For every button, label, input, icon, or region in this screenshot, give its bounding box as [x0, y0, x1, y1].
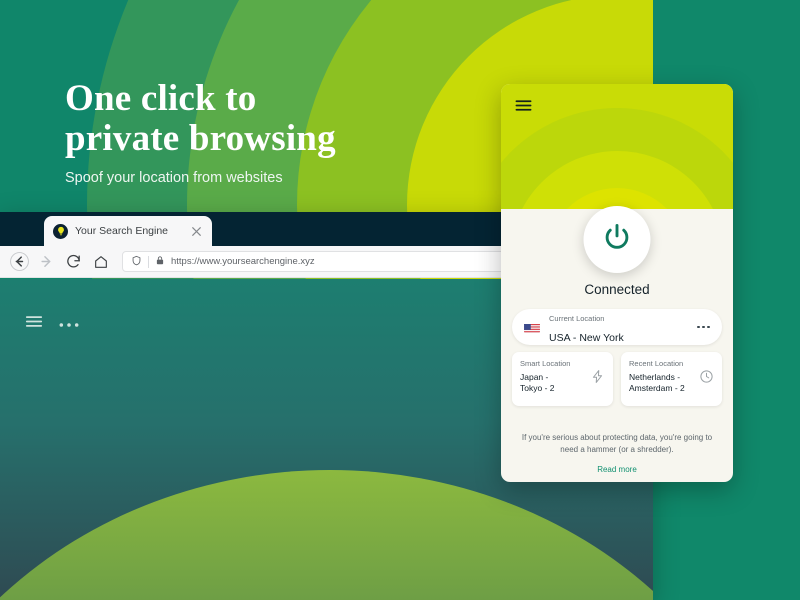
lightbulb-icon: [53, 223, 68, 239]
home-icon[interactable]: [89, 250, 112, 273]
smart-location-card[interactable]: Smart Location Japan - Tokyo - 2: [512, 352, 613, 406]
url-divider: [148, 255, 149, 268]
recent-location-label: Recent Location: [629, 359, 684, 368]
lock-icon[interactable]: [155, 253, 165, 271]
more-horizontal-icon[interactable]: [696, 325, 710, 329]
headline-line-2: private browsing: [65, 117, 336, 159]
lightning-bolt-icon: [590, 369, 605, 389]
hamburger-icon[interactable]: [515, 99, 532, 117]
arrow-left-icon[interactable]: [8, 250, 31, 273]
arrow-right-icon[interactable]: [35, 250, 58, 273]
headline-line-1: One click to: [65, 78, 257, 119]
power-toggle-button[interactable]: [583, 206, 651, 273]
browser-tab-title: Your Search Engine: [75, 225, 169, 237]
current-location-card[interactable]: Current Location USA - New York: [512, 309, 722, 345]
current-location-text: Current Location USA - New York: [549, 307, 688, 347]
vpn-panel-header: [501, 84, 733, 209]
promo-tip-text: If you're serious about protecting data,…: [515, 432, 719, 456]
read-more-link[interactable]: Read more: [501, 465, 733, 474]
recent-location-value-line-2: Amsterdam - 2: [629, 383, 685, 394]
recent-location-card[interactable]: Recent Location Netherlands - Amsterdam …: [621, 352, 722, 406]
recent-location-text: Recent Location Netherlands - Amsterdam …: [629, 359, 699, 394]
smart-location-label: Smart Location: [520, 359, 571, 368]
connection-status: Connected: [584, 282, 650, 297]
more-horizontal-icon[interactable]: [59, 315, 79, 333]
smart-location-value-line-2: Tokyo - 2: [520, 383, 555, 394]
current-location-label: Current Location: [549, 314, 605, 323]
page-title: One click to private browsing: [65, 79, 465, 158]
url-text: https://www.yoursearchengine.xyz: [171, 256, 315, 267]
clock-icon: [699, 369, 714, 389]
hero-text-block: One click to private browsing Spoof your…: [65, 79, 465, 186]
page-hill-graphic: [0, 470, 653, 600]
hero-subheadline: Spoof your location from websites: [65, 170, 283, 187]
shield-icon[interactable]: [131, 253, 142, 271]
smart-location-text: Smart Location Japan - Tokyo - 2: [520, 359, 590, 394]
smart-location-value-line-1: Japan -: [520, 372, 549, 382]
recent-location-value-line-1: Netherlands -: [629, 372, 681, 382]
current-location-value: USA - New York: [549, 332, 624, 344]
page-menu-group: [25, 315, 79, 333]
flag-usa-icon: [524, 322, 540, 333]
close-icon[interactable]: [190, 225, 203, 238]
vpn-panel: Connected Current Location USA - New Yor…: [501, 84, 733, 482]
promo-tip-line-2: need a hammer (or a shredder).: [560, 445, 674, 454]
power-icon: [601, 221, 634, 259]
reload-icon[interactable]: [62, 250, 85, 273]
browser-tab[interactable]: Your Search Engine: [44, 216, 212, 246]
promo-tip-line-1: If you're serious about protecting data,…: [521, 433, 713, 442]
hamburger-icon[interactable]: [25, 315, 43, 333]
